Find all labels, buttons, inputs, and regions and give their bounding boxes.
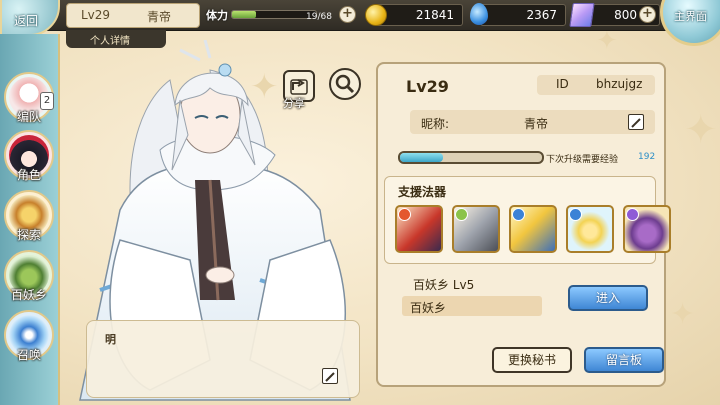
profile-level: Lv29 [406,77,449,96]
swap-secretary-label: 更换秘书 [507,353,556,367]
player-level: Lv29 [81,8,111,22]
gold-counter: 21841 [375,4,463,26]
share-label: 分享 [283,97,305,110]
home-label: 主界面 [674,10,707,23]
message-board-label: 留言板 [605,353,642,367]
pencil-icon [631,118,641,128]
orb-counter: 2367 [480,4,566,26]
player-name: 青帝 [147,10,172,24]
id-label: ID [556,77,569,91]
view-button[interactable] [329,68,361,100]
gold-value: 21841 [415,8,454,22]
edit-nickname-button[interactable] [628,114,644,130]
support-artifacts-title: 支援法器 [398,185,447,199]
blue-orb-icon [470,3,488,25]
sidebar-item-summon-label: 召唤 [16,348,41,362]
sparkle-decoration: ✦ [670,297,696,332]
crossbow-artifact-icon[interactable] [452,205,500,253]
sidebar-item-character-label: 角色 [16,168,41,182]
xp-bar-fill [400,153,443,162]
add-crystal-button[interactable]: + [639,6,656,23]
stamina-value: 19/68 [306,12,332,22]
sparkle-decoration: ✦ [684,107,718,153]
yokai-village-name: 百妖乡 [410,301,447,315]
add-stamina-button[interactable]: + [339,6,356,23]
dialog-speaker: 明 [105,333,116,346]
enter-button[interactable]: 进入 [568,285,648,311]
sparkle-decoration: ✦ [596,26,618,56]
xp-bar [398,151,544,164]
enter-label: 进入 [595,291,620,305]
crystal-value: 800 [614,8,637,22]
dialog-box: 明 [86,320,360,398]
swap-secretary-button[interactable]: 更换秘书 [492,347,572,373]
sidebar-item-yokai-village-label: 百妖乡 [10,288,47,302]
stamina-bar [231,10,317,19]
pouch-artifact-icon[interactable] [623,205,671,253]
xp-label: 下次升级需要经验 [546,155,619,165]
message-board-button[interactable]: 留言板 [584,347,664,373]
gold-coin-icon [365,4,387,26]
sidebar-item-explore-label: 探索 [16,228,41,242]
scroll-artifact-icon[interactable] [509,205,557,253]
magnifier-icon [335,74,355,94]
back-label: 返回 [14,14,39,28]
crystal-icon [569,3,595,27]
orb-value: 2367 [526,8,557,22]
yokai-village-level: 百妖乡 Lv5 [413,278,475,292]
stamina-bar-fill [232,11,256,18]
pencil-icon [325,372,335,382]
lantern-artifact-icon[interactable] [566,205,614,253]
red-fan-artifact-icon[interactable] [395,205,443,253]
nickname-value: 青帝 [524,117,549,131]
nickname-label: 昵称: [421,117,450,131]
xp-value: 192 [638,152,656,162]
stamina-label: 体力 [206,9,228,22]
sidebar-item-team-label: 编队 [16,110,41,124]
player-level-box: Lv29 青帝 [66,3,200,28]
id-value: bhzujgz [596,77,643,91]
edit-dialog-button[interactable] [322,368,338,384]
